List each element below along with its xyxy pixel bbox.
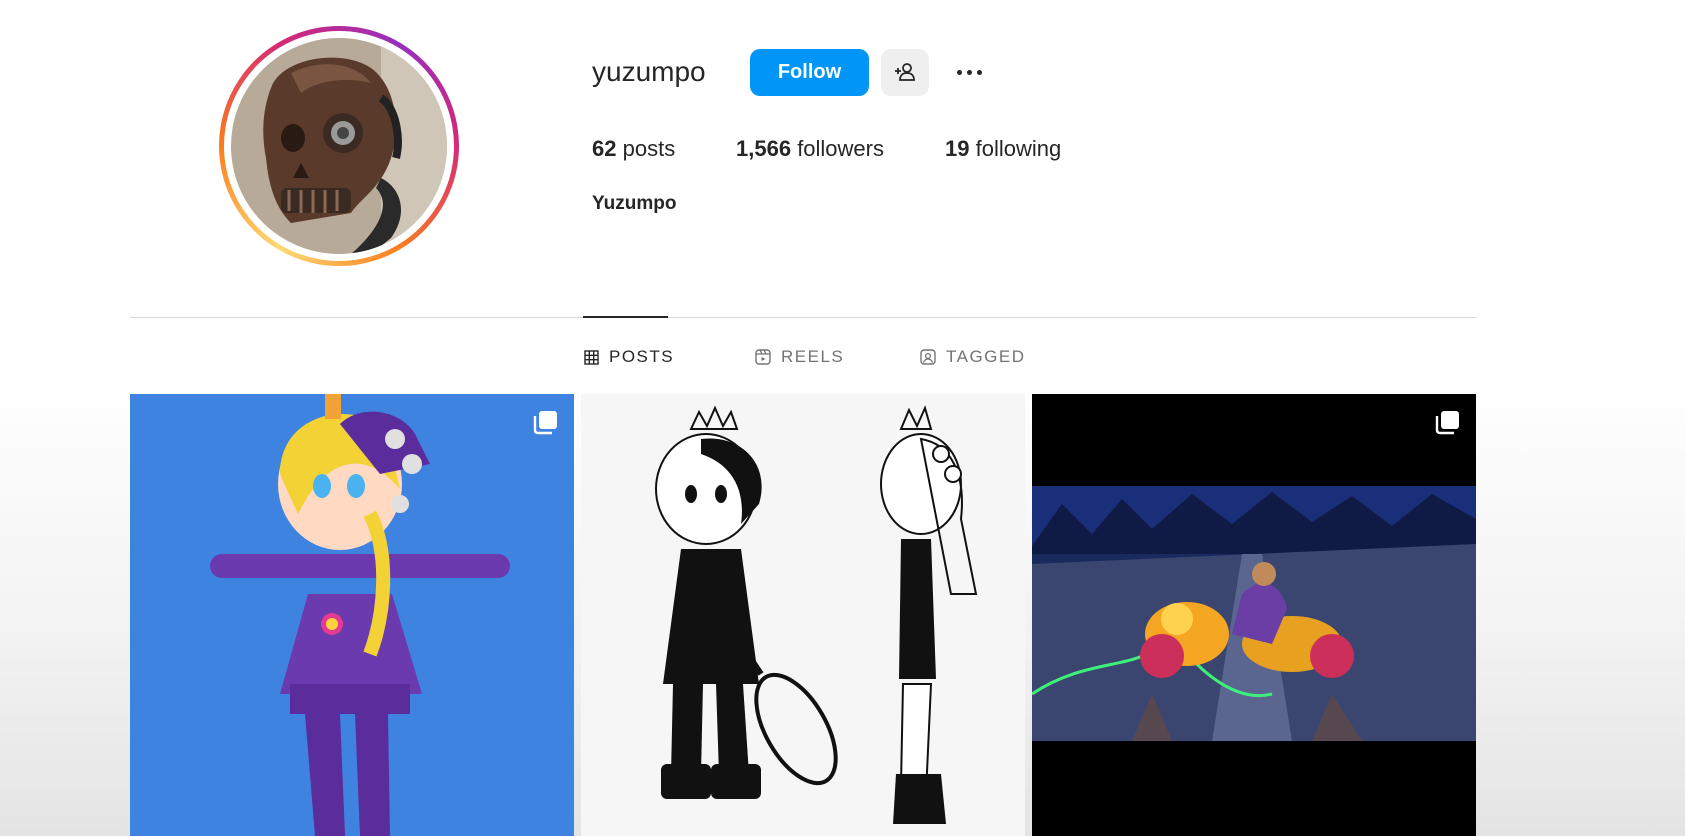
followers-count-value: 1,566 (736, 136, 792, 161)
tab-tagged-label: TAGGED (946, 347, 1026, 366)
tagged-icon (920, 349, 936, 365)
active-tab-indicator (583, 316, 668, 318)
tab-reels-label: REELS (781, 347, 845, 366)
post-tile-2[interactable] (581, 394, 1025, 836)
post-2-image (581, 394, 1025, 836)
post-tile-3[interactable] (1032, 394, 1476, 836)
multiple-images-icon (1435, 411, 1459, 435)
more-options-icon-dot (967, 70, 972, 75)
posts-count-value: 62 (592, 136, 617, 161)
tab-reels[interactable]: REELS (755, 345, 844, 369)
more-options-icon (957, 70, 962, 75)
reels-icon (755, 349, 771, 365)
following-count-label: following (975, 136, 1062, 161)
followers-count[interactable]: 1,566 followers (736, 136, 884, 162)
posts-count-label: posts (622, 136, 676, 161)
profile-username: yuzumpo (592, 56, 706, 87)
multiple-images-icon (533, 411, 557, 435)
post-tile-1[interactable] (130, 394, 574, 836)
add-person-icon (895, 63, 915, 81)
profile-full-name: Yuzumpo (592, 193, 677, 214)
tab-tagged[interactable]: TAGGED (920, 345, 1026, 369)
profile-tabs-divider (130, 317, 1476, 318)
post-3-image (1032, 394, 1476, 836)
tab-posts-label: POSTS (609, 347, 675, 366)
suggest-accounts-button[interactable] (881, 49, 929, 96)
skull-avatar-image (231, 38, 447, 254)
grid-icon (584, 349, 599, 365)
followers-count-label: followers (797, 136, 884, 161)
following-count-value: 19 (945, 136, 970, 161)
more-options-button[interactable] (950, 50, 990, 94)
posts-count: 62 posts (592, 136, 675, 162)
post-1-image (130, 394, 574, 836)
profile-avatar-ring[interactable] (219, 26, 459, 266)
follow-button[interactable]: Follow (750, 49, 869, 96)
following-count[interactable]: 19 following (945, 136, 1061, 162)
more-options-icon-dot (977, 70, 982, 75)
avatar[interactable] (224, 31, 454, 261)
tab-posts[interactable]: POSTS (584, 345, 674, 369)
